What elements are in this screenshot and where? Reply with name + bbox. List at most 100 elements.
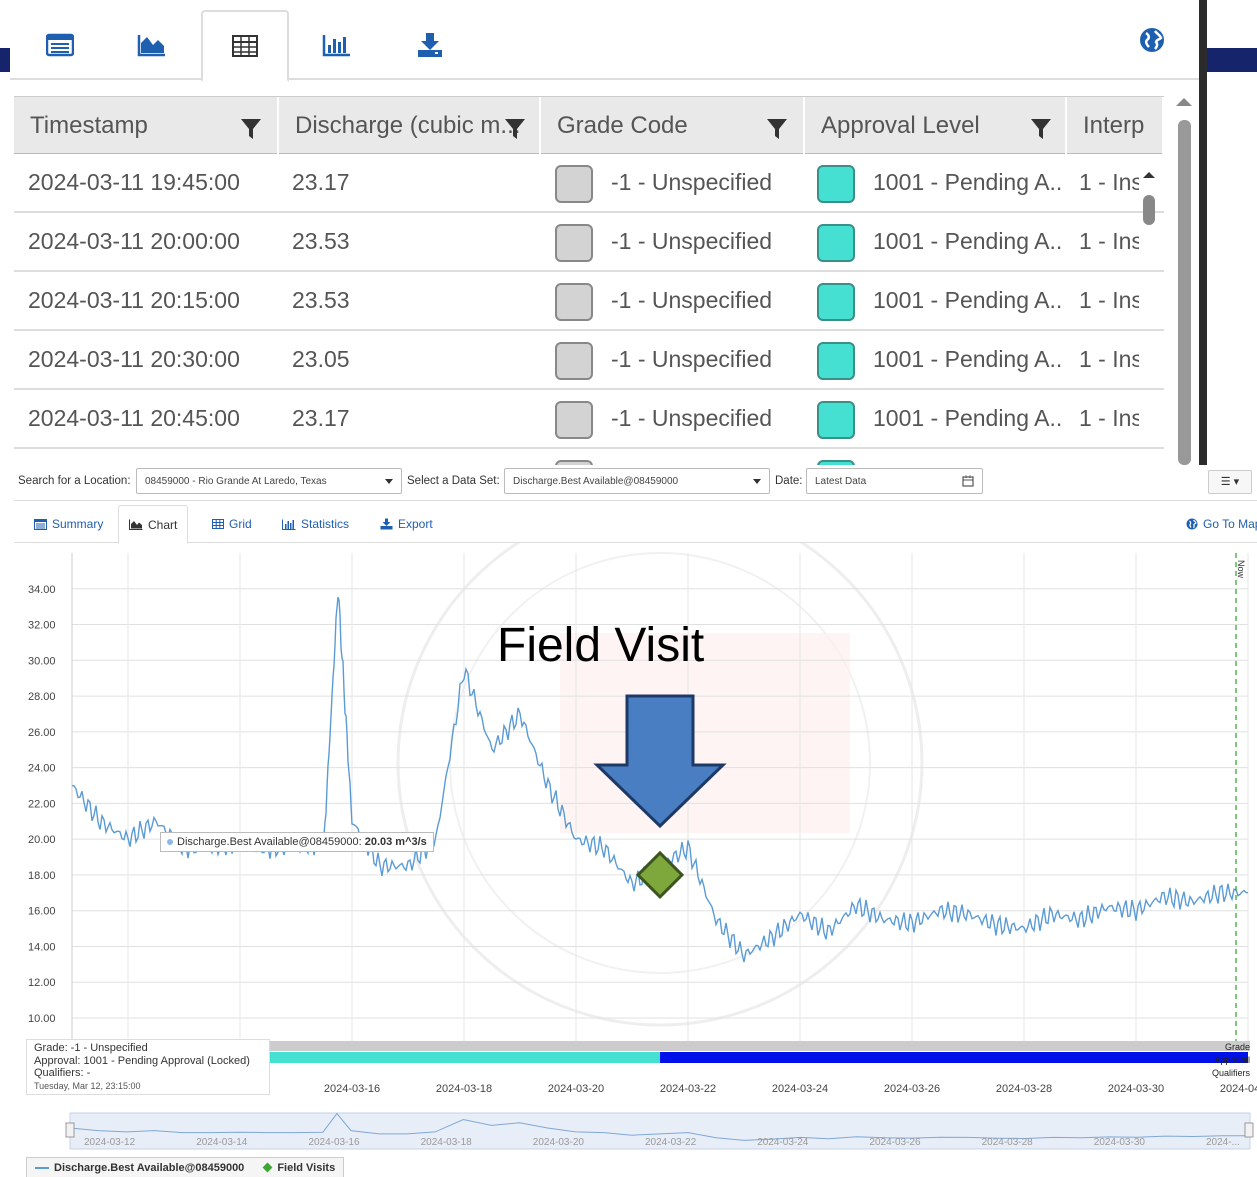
tab-label: Statistics: [301, 517, 350, 531]
y-tick-label: 24.00: [28, 763, 56, 775]
tab-grid[interactable]: [201, 10, 289, 82]
cell-grade: -1 - Unspecified: [611, 169, 773, 195]
window-edge: [1199, 0, 1207, 465]
tab-chart[interactable]: Chart: [118, 505, 189, 544]
cell-approval: 1001 - Pending A...: [873, 405, 1063, 431]
series-dot: [167, 839, 173, 846]
area-chart-icon: [137, 35, 165, 57]
table-row[interactable]: 2024-03-11 20:45:00 23.17 -1 - Unspecified…: [14, 390, 1164, 449]
cell-discharge: 23.53: [292, 287, 350, 313]
cell-approval: 1001 - Pending A...: [873, 287, 1063, 313]
cell-interpolation: 1 - Ins: [1079, 405, 1139, 431]
tab-label: Summary: [52, 517, 104, 531]
navigator-handle-right[interactable]: [1244, 1122, 1254, 1138]
approval-swatch: [817, 165, 855, 203]
navigator-tick-label: 2024-03-16: [308, 1137, 360, 1148]
column-header-approval-level[interactable]: Approval Level: [805, 97, 1067, 155]
navigator-tick-label: 2024-03-24: [757, 1137, 809, 1148]
location-value: 08459000 - Rio Grande At Laredo, Texas: [145, 476, 327, 487]
grid-icon: [212, 519, 224, 529]
approval-swatch: [817, 401, 855, 439]
table-row[interactable]: 2024-03-11 20:30:00 23.05 -1 - Unspecified…: [14, 331, 1164, 390]
tab-export[interactable]: Export: [370, 505, 443, 543]
table-row[interactable]: 2024-03-11 19:45:00 23.17 -1 - Unspecified…: [14, 154, 1164, 213]
grade-band-label: Grade: [1224, 1042, 1250, 1052]
page-scrollbar[interactable]: [1172, 96, 1196, 465]
field-visit-swatch: [262, 1162, 273, 1173]
chart-options-button[interactable]: ☰ ▾: [1208, 470, 1252, 494]
column-label: Timestamp: [30, 112, 148, 139]
tooltip-timestamp: Tuesday, Mar 12, 23:15:00: [34, 1080, 141, 1091]
navigator-tick-label: 2024-03-18: [421, 1137, 473, 1148]
header-band-left: [0, 48, 10, 72]
column-header-timestamp[interactable]: Timestamp: [14, 97, 279, 155]
navigator-tick-label: 2024-...: [1206, 1137, 1240, 1148]
table-row[interactable]: 2024-03-11 20:15:00 23.53 -1 - Unspecified…: [14, 272, 1164, 331]
tab-export[interactable]: [386, 10, 474, 80]
tab-summary[interactable]: [16, 10, 104, 80]
tab-grid[interactable]: Grid: [202, 505, 262, 543]
x-tick-label: 2024-03-22: [660, 1083, 716, 1095]
date-value: Latest Data: [815, 476, 867, 487]
y-tick-label: 10.00: [28, 1013, 56, 1025]
legend-series-label: Discharge.Best Available@08459000: [54, 1161, 245, 1174]
navigator-tick-label: 2024-03-12: [84, 1137, 136, 1148]
legend-item-series[interactable]: Discharge.Best Available@08459000: [35, 1162, 244, 1174]
tooltip-value: 20.03 m^3/s: [364, 836, 427, 848]
tab-statistics[interactable]: Statistics: [272, 505, 359, 543]
cell-approval: 1001 - Pending A...: [873, 346, 1063, 372]
x-tick-label: 2024-03-18: [436, 1083, 492, 1095]
column-header-discharge[interactable]: Discharge (cubic m...: [279, 97, 541, 155]
tab-label: Export: [398, 517, 433, 531]
navigator-tick-label: 2024-03-14: [196, 1137, 248, 1148]
filter-icon[interactable]: [504, 117, 526, 141]
approval-band-label: Approval: [1214, 1055, 1250, 1065]
zoomed-grid-panel: Timestamp Discharge (cubic m... Grade Co…: [0, 0, 1257, 465]
field-visit-marker[interactable]: [635, 850, 685, 900]
column-header-grade-code[interactable]: Grade Code: [541, 97, 805, 155]
table-row[interactable]: [14, 449, 1164, 465]
date-label: Date:: [775, 475, 803, 487]
navigator-handle-left[interactable]: [65, 1122, 75, 1138]
cell-grade: -1 - Unspecified: [611, 228, 773, 254]
chart-icon: [129, 519, 143, 530]
filter-icon[interactable]: [766, 117, 788, 141]
legend-item-field-visits[interactable]: Field Visits: [262, 1162, 335, 1174]
tab-chart[interactable]: [108, 10, 196, 80]
location-select[interactable]: 08459000 - Rio Grande At Laredo, Texas: [136, 468, 402, 494]
filter-icon[interactable]: [1030, 117, 1052, 141]
grid-inner-scrollbar[interactable]: [1140, 165, 1158, 235]
navigator-tick-label: 2024-03-22: [645, 1137, 697, 1148]
data-grid: Timestamp Discharge (cubic m... Grade Co…: [14, 96, 1164, 465]
grade-text: Grade: -1 - Unspecified: [34, 1042, 148, 1054]
go-to-map-link[interactable]: Go To Map: [1176, 505, 1257, 543]
cell-grade: -1 - Unspecified: [611, 405, 773, 431]
export-icon: [380, 518, 393, 530]
calendar-icon[interactable]: [962, 475, 974, 487]
date-input[interactable]: Latest Data: [806, 468, 983, 494]
tab-statistics[interactable]: [293, 10, 381, 80]
download-icon: [418, 33, 442, 57]
x-tick-label: 2024-03-30: [1108, 1083, 1164, 1095]
cell-approval: 1001 - Pending A...: [873, 169, 1063, 195]
x-tick-label: 2024-03-26: [884, 1083, 940, 1095]
x-tick-label: 2024-03-28: [996, 1083, 1052, 1095]
dataset-value: Discharge.Best Available@08459000: [513, 476, 679, 487]
hydrograph-app: Search for a Location: 08459000 - Rio Gr…: [0, 465, 1257, 1177]
column-label: Approval Level: [821, 112, 980, 139]
header-band-right: [1207, 48, 1257, 72]
cell-discharge: 23.53: [292, 228, 350, 254]
cell-interpolation: 1 - Ins: [1079, 346, 1139, 372]
dataset-select[interactable]: Discharge.Best Available@08459000: [504, 468, 770, 494]
x-tick-label: 2024-03-24: [772, 1083, 828, 1095]
globe-icon[interactable]: [1138, 26, 1166, 54]
filter-icon[interactable]: [240, 117, 262, 141]
tab-label: Grid: [229, 517, 252, 531]
column-label: Discharge (cubic m...: [295, 112, 521, 139]
chevron-down-icon: [385, 479, 393, 484]
grade-swatch: [555, 224, 593, 262]
column-header-interpolation[interactable]: Interp: [1067, 97, 1164, 155]
tab-summary[interactable]: Summary: [24, 505, 113, 543]
table-row[interactable]: 2024-03-11 20:00:00 23.53 -1 - Unspecified…: [14, 213, 1164, 272]
y-tick-label: 34.00: [28, 584, 56, 596]
